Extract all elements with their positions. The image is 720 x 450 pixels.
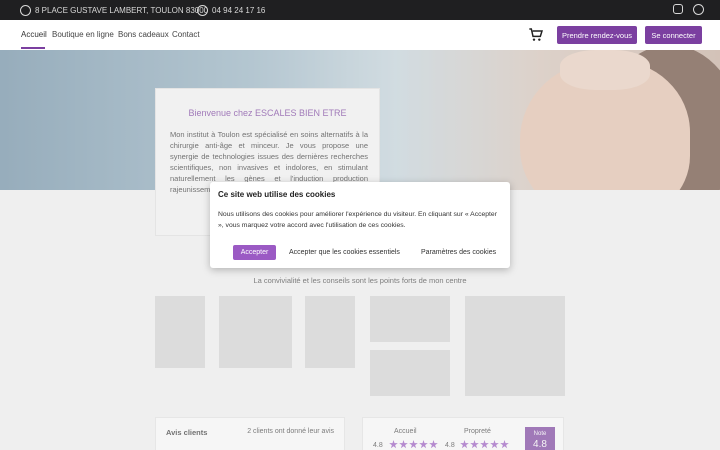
instagram-icon[interactable]	[673, 4, 683, 14]
phone-text[interactable]: 04 94 24 17 16	[212, 6, 265, 15]
cart-icon[interactable]	[528, 27, 544, 43]
login-button[interactable]: Se connecter	[645, 26, 702, 44]
phone[interactable]: 04 94 24 17 16	[197, 5, 265, 16]
address-text: 8 PLACE GUSTAVE LAMBERT, TOULON 83000	[35, 6, 209, 15]
address: 8 PLACE GUSTAVE LAMBERT, TOULON 83000	[20, 5, 208, 16]
nav-item-boutique[interactable]: Boutique en ligne	[52, 30, 114, 39]
nav-item-contact[interactable]: Contact	[172, 30, 200, 39]
cookie-essential-only-link[interactable]: Accepter que les cookies essentiels	[289, 249, 400, 256]
location-pin-icon	[20, 5, 31, 16]
social-links	[673, 4, 704, 15]
cookie-text: Nous utilisons des cookies pour améliore…	[218, 211, 497, 229]
main-nav: Accueil Boutique en ligne Bons cadeaux C…	[0, 20, 720, 50]
cookie-accept-button[interactable]: Accepter	[233, 245, 276, 260]
top-bar: 8 PLACE GUSTAVE LAMBERT, TOULON 83000 04…	[0, 0, 720, 20]
cookie-settings-link[interactable]: Paramètres des cookies	[421, 249, 496, 256]
cookie-consent-dialog: Ce site web utilise des cookies Nous uti…	[210, 182, 510, 268]
cookie-title: Ce site web utilise des cookies	[218, 190, 336, 199]
phone-icon	[197, 5, 208, 16]
nav-item-bons-cadeaux[interactable]: Bons cadeaux	[118, 30, 169, 39]
book-appointment-button[interactable]: Prendre rendez-vous	[557, 26, 637, 44]
active-nav-indicator	[21, 47, 45, 49]
facebook-icon[interactable]	[693, 4, 704, 15]
nav-item-accueil[interactable]: Accueil	[21, 30, 47, 39]
